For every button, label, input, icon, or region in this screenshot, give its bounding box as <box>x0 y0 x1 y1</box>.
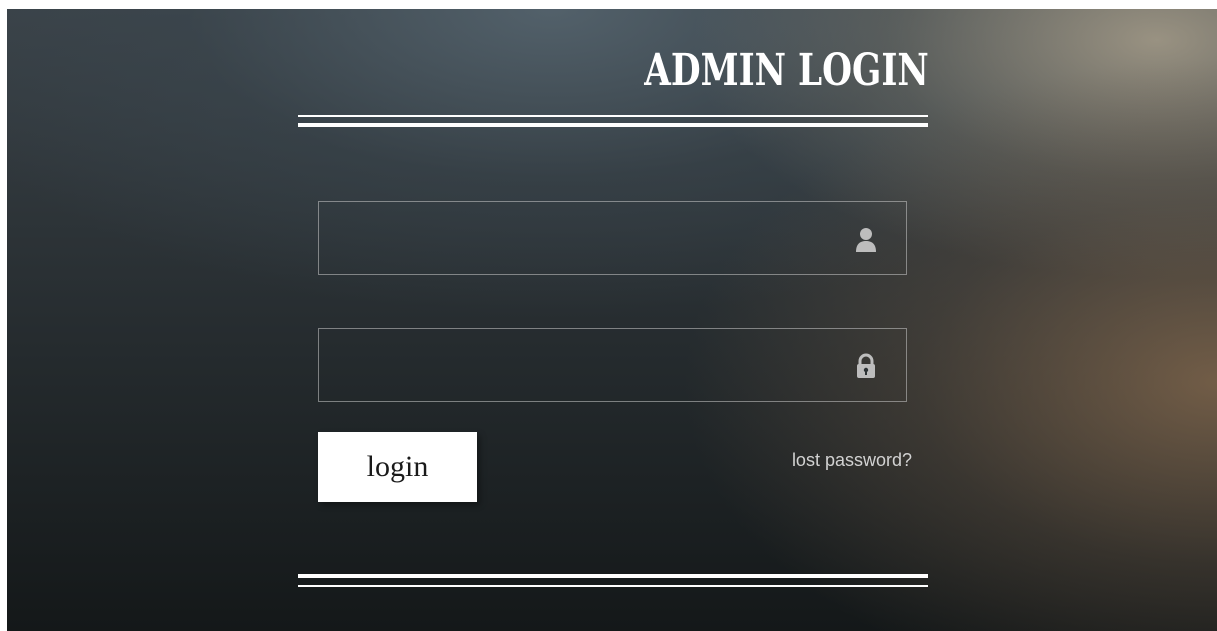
user-icon <box>854 226 878 252</box>
top-divider-thick <box>298 123 928 127</box>
username-input[interactable] <box>319 202 839 274</box>
password-input[interactable] <box>319 329 839 401</box>
username-field[interactable] <box>318 201 907 275</box>
top-divider-thin <box>298 115 928 117</box>
bottom-divider-thick <box>298 574 928 578</box>
lock-icon <box>854 353 878 379</box>
bottom-divider-thin <box>298 585 928 587</box>
password-field[interactable] <box>318 328 907 402</box>
login-button[interactable]: login <box>318 432 477 502</box>
lost-password-link[interactable]: lost password? <box>792 450 912 471</box>
login-screen: ADMIN LOGIN login lost password? <box>7 9 1217 631</box>
page-title: ADMIN LOGIN <box>644 45 929 96</box>
